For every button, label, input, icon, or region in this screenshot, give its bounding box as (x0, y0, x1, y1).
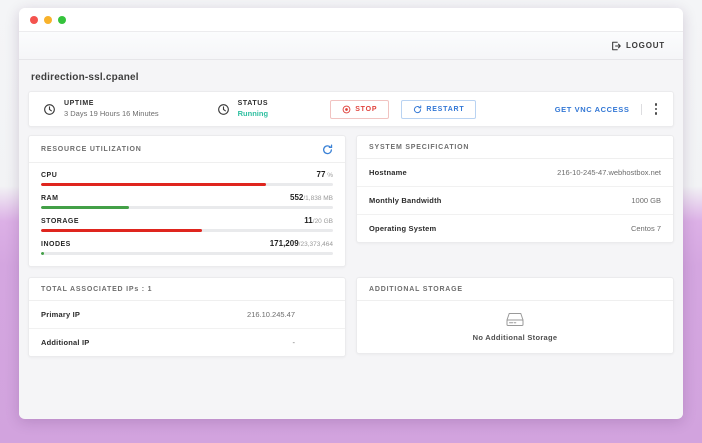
window-titlebar (19, 8, 683, 32)
ip-label: Additional IP (41, 338, 89, 347)
resource-row-cpu: CPU 77 % (29, 163, 345, 186)
stop-button[interactable]: STOP (330, 100, 389, 119)
refresh-icon[interactable] (322, 144, 333, 155)
restart-label: RESTART (426, 106, 464, 113)
status-label: STATUS (238, 100, 269, 107)
spec-row-bandwidth: Monthly Bandwidth 1000 GB (357, 187, 673, 215)
get-vnc-access-link[interactable]: GET VNC ACCESS (555, 105, 630, 114)
spec-value: 1000 GB (631, 196, 661, 205)
resource-row-ram: RAM 552/1,838 MB (29, 186, 345, 209)
main-content: redirection-ssl.cpanel UPTIME 3 Days 19 … (19, 60, 683, 418)
uptime-group: UPTIME 3 Days 19 Hours 16 Minutes (43, 100, 159, 118)
record-circle-icon (342, 105, 351, 114)
app-window: LOGOUT redirection-ssl.cpanel UPTIME 3 D… (19, 8, 683, 419)
spec-value: Centos 7 (631, 224, 661, 233)
additional-storage-title: ADDITIONAL STORAGE (369, 286, 463, 293)
ip-row-primary: Primary IP 216.10.245.47 (29, 301, 345, 329)
associated-ips-title: TOTAL ASSOCIATED IPs : 1 (41, 286, 152, 293)
server-action-bar: UPTIME 3 Days 19 Hours 16 Minutes STATUS… (28, 91, 674, 127)
resource-row-inodes: INODES 171,209/23,373,464 (29, 232, 345, 266)
uptime-value: 3 Days 19 Hours 16 Minutes (64, 109, 159, 118)
resource-label: CPU (41, 172, 57, 179)
resource-value: 77 % (317, 170, 334, 179)
resource-utilization-title: RESOURCE UTILIZATION (41, 146, 142, 153)
top-toolbar: LOGOUT (19, 32, 683, 60)
resource-value: 11/20 GB (304, 216, 333, 225)
resource-row-storage: STORAGE 11/20 GB (29, 209, 345, 232)
spec-label: Hostname (369, 168, 407, 177)
status-value: Running (238, 109, 269, 118)
logout-icon (611, 41, 621, 51)
page-title: redirection-ssl.cpanel (31, 72, 671, 83)
status-group: STATUS Running (217, 100, 269, 118)
spec-row-hostname: Hostname 216-10-245-47.webhostbox.net (357, 159, 673, 187)
spec-value: 216-10-245-47.webhostbox.net (557, 168, 661, 177)
restart-icon (413, 105, 422, 114)
resource-utilization-card: RESOURCE UTILIZATION CPU 77 % RAM 552 (28, 135, 346, 267)
associated-ips-card: TOTAL ASSOCIATED IPs : 1 Primary IP 216.… (28, 277, 346, 357)
system-specification-card: SYSTEM SPECIFICATION Hostname 216-10-245… (356, 135, 674, 243)
stop-label: STOP (355, 106, 377, 113)
progress-track (41, 252, 333, 255)
resource-label: STORAGE (41, 218, 79, 225)
additional-storage-card: ADDITIONAL STORAGE No Additional Storage (356, 277, 674, 354)
resource-label: RAM (41, 195, 58, 202)
ip-row-additional: Additional IP - (29, 329, 345, 356)
uptime-label: UPTIME (64, 100, 159, 107)
maximize-window-icon[interactable] (58, 16, 66, 24)
restart-button[interactable]: RESTART (401, 100, 476, 119)
resource-value: 171,209/23,373,464 (270, 239, 333, 248)
ip-label: Primary IP (41, 310, 80, 319)
minimize-window-icon[interactable] (44, 16, 52, 24)
kebab-menu-icon[interactable] (653, 101, 660, 117)
progress-fill (41, 252, 44, 255)
spec-label: Monthly Bandwidth (369, 196, 442, 205)
clock-icon (43, 103, 56, 116)
no-additional-storage-text: No Additional Storage (473, 333, 558, 342)
drive-icon (502, 310, 528, 329)
ip-value: - (293, 338, 334, 347)
spec-row-os: Operating System Centos 7 (357, 215, 673, 242)
logout-label: LOGOUT (626, 41, 665, 50)
resource-label: INODES (41, 241, 71, 248)
resource-value: 552/1,838 MB (290, 193, 333, 202)
clock-icon (217, 103, 230, 116)
logout-button[interactable]: LOGOUT (611, 41, 665, 51)
close-window-icon[interactable] (30, 16, 38, 24)
system-specification-title: SYSTEM SPECIFICATION (369, 144, 469, 151)
spec-label: Operating System (369, 224, 436, 233)
ip-value: 216.10.245.47 (247, 310, 333, 319)
cards-grid: RESOURCE UTILIZATION CPU 77 % RAM 552 (28, 135, 674, 357)
vertical-divider (641, 104, 642, 115)
